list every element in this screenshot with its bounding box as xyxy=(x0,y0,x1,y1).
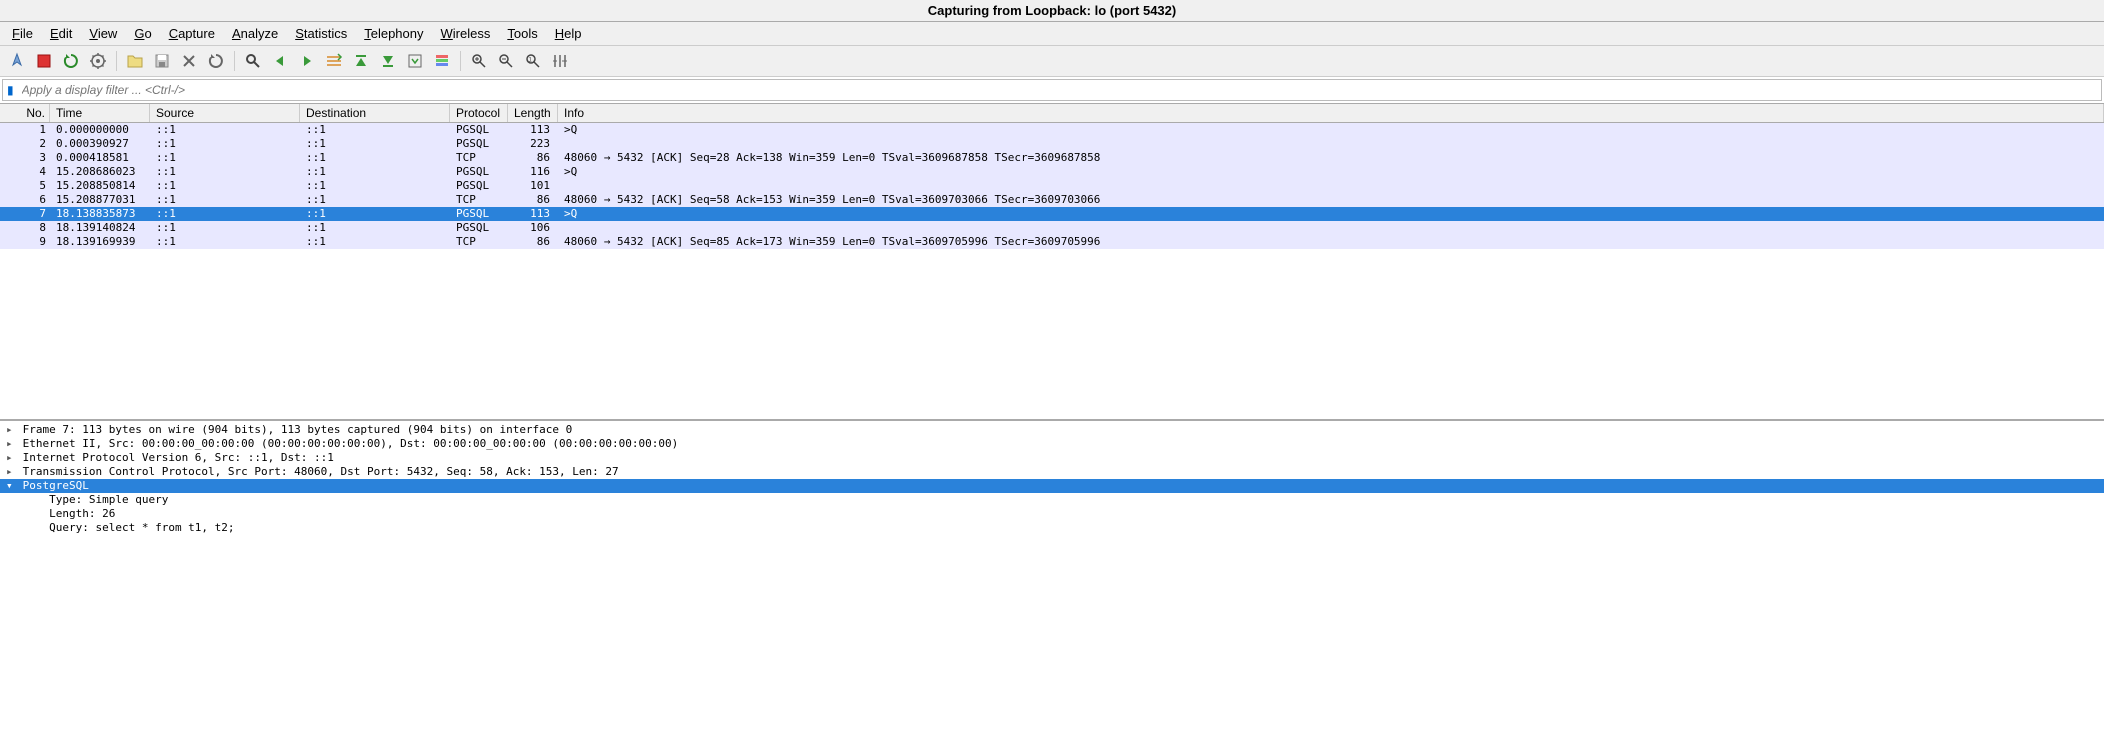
column-header-info[interactable]: Info xyxy=(558,104,2104,122)
toolbar-separator xyxy=(116,51,117,71)
display-filter-input[interactable] xyxy=(18,80,2101,100)
display-filter-bar: ▮ xyxy=(2,79,2102,101)
resize-columns-icon[interactable] xyxy=(548,49,572,73)
packet-list-pane: No. Time Source Destination Protocol Len… xyxy=(0,103,2104,419)
column-header-destination[interactable]: Destination xyxy=(300,104,450,122)
zoom-reset-icon[interactable]: 1 xyxy=(521,49,545,73)
go-first-icon[interactable] xyxy=(349,49,373,73)
menu-tools[interactable]: Tools xyxy=(500,24,544,43)
menu-go[interactable]: Go xyxy=(127,24,158,43)
packet-list-header[interactable]: No. Time Source Destination Protocol Len… xyxy=(0,104,2104,123)
toolbar-separator xyxy=(460,51,461,71)
go-to-packet-icon[interactable] xyxy=(322,49,346,73)
detail-tree-line[interactable]: ▸ Ethernet II, Src: 00:00:00_00:00:00 (0… xyxy=(0,437,2104,451)
column-header-no[interactable]: No. xyxy=(0,104,50,122)
packet-row[interactable]: 20.000390927::1::1PGSQL223 xyxy=(0,137,2104,151)
detail-tree-line[interactable]: Type: Simple query xyxy=(0,493,2104,507)
packet-details-pane: ▸ Frame 7: 113 bytes on wire (904 bits),… xyxy=(0,419,2104,537)
detail-tree-line[interactable]: Length: 26 xyxy=(0,507,2104,521)
menu-statistics[interactable]: Statistics xyxy=(288,24,354,43)
detail-tree-line[interactable]: ▾ PostgreSQL xyxy=(0,479,2104,493)
save-file-icon[interactable] xyxy=(150,49,174,73)
start-capture-icon[interactable] xyxy=(5,49,29,73)
menu-telephony[interactable]: Telephony xyxy=(357,24,430,43)
zoom-out-icon[interactable] xyxy=(494,49,518,73)
packet-row[interactable]: 10.000000000::1::1PGSQL113>Q xyxy=(0,123,2104,137)
go-last-icon[interactable] xyxy=(376,49,400,73)
menu-wireless[interactable]: Wireless xyxy=(434,24,498,43)
packet-row[interactable]: 615.208877031::1::1TCP8648060 → 5432 [AC… xyxy=(0,193,2104,207)
toolbar-separator xyxy=(234,51,235,71)
go-forward-icon[interactable] xyxy=(295,49,319,73)
colorize-icon[interactable] xyxy=(430,49,454,73)
packet-row[interactable]: 818.139140824::1::1PGSQL106 xyxy=(0,221,2104,235)
packet-rows: 10.000000000::1::1PGSQL113>Q20.000390927… xyxy=(0,123,2104,249)
menu-file[interactable]: File xyxy=(5,24,40,43)
packet-row[interactable]: 718.138835873::1::1PGSQL113>Q xyxy=(0,207,2104,221)
auto-scroll-icon[interactable] xyxy=(403,49,427,73)
go-back-icon[interactable] xyxy=(268,49,292,73)
menu-help[interactable]: Help xyxy=(548,24,589,43)
toolbar: 1 xyxy=(0,46,2104,77)
packet-row[interactable]: 918.139169939::1::1TCP8648060 → 5432 [AC… xyxy=(0,235,2104,249)
detail-tree-line[interactable]: ▸ Transmission Control Protocol, Src Por… xyxy=(0,465,2104,479)
stop-capture-icon[interactable] xyxy=(32,49,56,73)
capture-options-icon[interactable] xyxy=(86,49,110,73)
menu-edit[interactable]: Edit xyxy=(43,24,79,43)
window-title: Capturing from Loopback: lo (port 5432) xyxy=(0,0,2104,22)
reload-file-icon[interactable] xyxy=(204,49,228,73)
column-header-protocol[interactable]: Protocol xyxy=(450,104,508,122)
packet-row[interactable]: 30.000418581::1::1TCP8648060 → 5432 [ACK… xyxy=(0,151,2104,165)
zoom-in-icon[interactable] xyxy=(467,49,491,73)
menu-view[interactable]: View xyxy=(82,24,124,43)
column-header-time[interactable]: Time xyxy=(50,104,150,122)
packet-row[interactable]: 415.208686023::1::1PGSQL116>Q xyxy=(0,165,2104,179)
packet-list-empty-area xyxy=(0,249,2104,419)
detail-tree-line[interactable]: ▸ Frame 7: 113 bytes on wire (904 bits),… xyxy=(0,423,2104,437)
restart-capture-icon[interactable] xyxy=(59,49,83,73)
menu-bar: FileEditViewGoCaptureAnalyzeStatisticsTe… xyxy=(0,22,2104,46)
column-header-source[interactable]: Source xyxy=(150,104,300,122)
packet-row[interactable]: 515.208850814::1::1PGSQL101 xyxy=(0,179,2104,193)
open-file-icon[interactable] xyxy=(123,49,147,73)
column-header-length[interactable]: Length xyxy=(508,104,558,122)
menu-capture[interactable]: Capture xyxy=(162,24,222,43)
detail-tree-line[interactable]: ▸ Internet Protocol Version 6, Src: ::1,… xyxy=(0,451,2104,465)
detail-tree-line[interactable]: Query: select * from t1, t2; xyxy=(0,521,2104,535)
filter-bookmark-icon[interactable]: ▮ xyxy=(3,83,18,97)
close-file-icon[interactable] xyxy=(177,49,201,73)
menu-analyze[interactable]: Analyze xyxy=(225,24,285,43)
find-packet-icon[interactable] xyxy=(241,49,265,73)
